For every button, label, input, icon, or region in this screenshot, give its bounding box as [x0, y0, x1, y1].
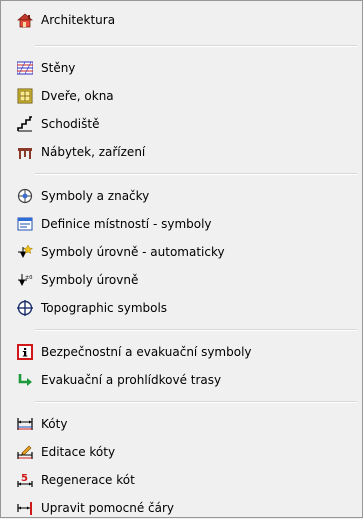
menu-item-symboly-urovne-automaticky[interactable]: Symboly úrovně - automaticky [3, 241, 360, 263]
menu-item-label: Stěny [41, 61, 76, 75]
menu-item-dvere-okna[interactable]: Dveře, okna [3, 85, 360, 107]
menu-item-schodiste[interactable]: Schodiště [3, 113, 360, 135]
menu-item-label: Kóty [41, 417, 68, 431]
menu-item-label: Definice místností - symboly [41, 217, 212, 231]
menu-item-evakuacni-trasy[interactable]: Evakuační a prohlídkové trasy [3, 369, 360, 391]
topographic-crosshair-icon [17, 300, 33, 316]
menu-item-bezpecnostni-symboly[interactable]: Bezpečnostní a evakuační symboly [3, 341, 360, 363]
safety-info-icon [17, 344, 33, 360]
stairs-icon [17, 116, 33, 132]
menu-item-label: Nábytek, zařízení [41, 145, 146, 159]
menu-item-upravit-pomocne-cary[interactable]: Upravit pomocné čáry [3, 497, 360, 519]
menu-item-editace-koty[interactable]: Editace kóty [3, 441, 360, 463]
menu-item-label: Evakuační a prohlídkové trasy [41, 373, 222, 387]
menu-item-label: Regenerace kót [41, 473, 135, 487]
level-auto-icon [17, 244, 34, 260]
menu-separator [35, 329, 357, 331]
menu-separator [35, 401, 357, 403]
evacuation-arrow-icon [17, 372, 33, 388]
menu-item-regenerace-kot[interactable]: 5 Regenerace kót [3, 469, 360, 491]
menu-item-topographic-symbols[interactable]: Topographic symbols [3, 297, 360, 319]
menu-item-label: Bezpečnostní a evakuační symboly [41, 345, 252, 359]
svg-text:±0.0: ±0.0 [25, 275, 33, 281]
house-icon [16, 12, 34, 28]
regenerate-dimension-icon: 5 [17, 472, 33, 488]
menu-item-label: Symboly úrovně [41, 273, 139, 287]
menu-item-label: Schodiště [41, 117, 100, 131]
edit-dimension-icon [17, 444, 33, 460]
furniture-table-icon [17, 144, 33, 160]
context-menu: Architektura Stěny Dveře, okna Schodiště… [0, 0, 363, 518]
level-symbol-icon: ±0.0 [17, 272, 37, 288]
symbol-circle-icon [17, 188, 33, 204]
door-window-icon [17, 88, 33, 104]
menu-item-symboly-a-znacky[interactable]: Symboly a značky [3, 185, 360, 207]
menu-item-label: Topographic symbols [41, 301, 168, 315]
menu-item-label: Editace kóty [41, 445, 116, 459]
menu-item-label: Dveře, okna [41, 89, 114, 103]
wall-hatch-icon [16, 60, 34, 76]
menu-item-label: Upravit pomocné čáry [41, 501, 175, 515]
svg-text:5: 5 [21, 473, 28, 484]
menu-item-architektura[interactable]: Architektura [3, 9, 360, 31]
menu-item-label: Symboly a značky [41, 189, 150, 203]
menu-item-label: Symboly úrovně - automaticky [41, 245, 225, 259]
dimension-icon [17, 416, 33, 432]
menu-item-steny[interactable]: Stěny [3, 57, 360, 79]
menu-item-definice-mistnosti[interactable]: Definice místností - symboly [3, 213, 360, 235]
menu-item-nabytek-zarizeni[interactable]: Nábytek, zařízení [3, 141, 360, 163]
menu-item-label: Architektura [41, 13, 116, 27]
menu-separator [35, 45, 357, 47]
helper-lines-icon [17, 500, 33, 516]
menu-item-symboly-urovne[interactable]: ±0.0 Symboly úrovně [3, 269, 360, 291]
menu-item-koty[interactable]: Kóty [3, 413, 360, 435]
room-definition-icon [17, 216, 33, 232]
menu-separator [35, 173, 357, 175]
